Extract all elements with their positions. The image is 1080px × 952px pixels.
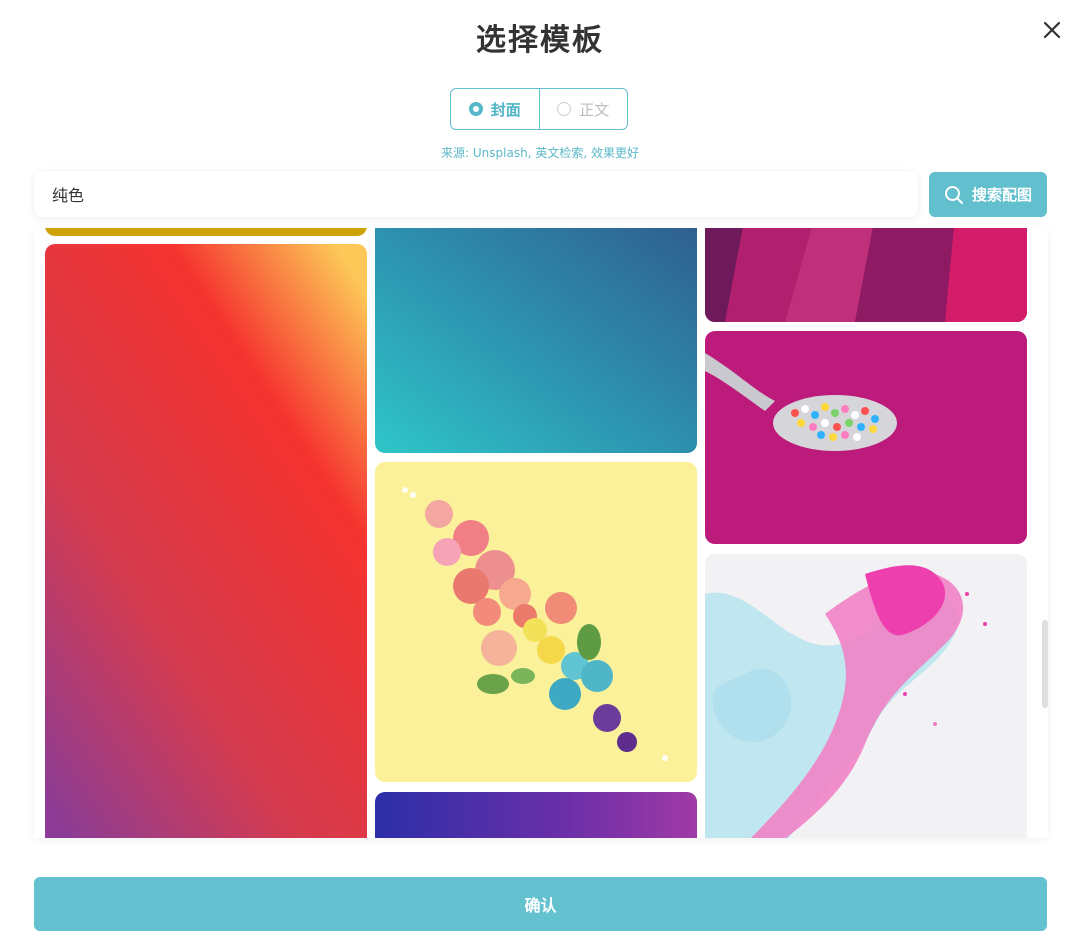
close-button[interactable] [1038, 16, 1066, 44]
confirm-button[interactable]: 确认 [34, 877, 1047, 931]
search-images-button[interactable]: 搜索配图 [929, 172, 1047, 217]
search-icon [944, 185, 963, 204]
gallery-image-flowers[interactable] [375, 462, 697, 782]
gallery-image-sprinkles-spoon[interactable] [705, 331, 1027, 544]
gallery-scrollbar[interactable] [1038, 228, 1048, 838]
source-hint: 来源: Unsplash, 英文检索, 效果更好 [441, 146, 639, 160]
template-picker-modal: 选择模板 封面 正文 来源: Unsplash, 英文检索, 效果更好 搜索配图 [0, 0, 1080, 952]
radio-unselected-icon [557, 102, 572, 116]
gallery-image-abstract-panels[interactable] [705, 228, 1027, 322]
mode-option-label: 正文 [579, 100, 610, 119]
mode-option-cover[interactable]: 封面 [451, 89, 539, 129]
search-input[interactable] [34, 171, 918, 217]
search-button-label: 搜索配图 [971, 186, 1032, 204]
gallery-scrollbar-thumb[interactable] [1042, 620, 1048, 708]
radio-selected-icon [468, 102, 483, 116]
gallery-image-teal-gradient[interactable] [375, 228, 697, 453]
mode-option-label: 封面 [490, 100, 521, 119]
gallery-image-mustard[interactable] [45, 228, 367, 236]
gallery-image-fluid-marble[interactable] [705, 554, 1027, 838]
gallery-image-warm-gradient[interactable] [45, 244, 367, 838]
mode-toggle: 封面 正文 [450, 88, 628, 130]
modal-title: 选择模板 [476, 23, 604, 58]
mode-option-body[interactable]: 正文 [538, 89, 628, 129]
gallery-image-indigo-gradient[interactable] [375, 792, 697, 838]
search-box [34, 171, 918, 217]
close-icon [1043, 21, 1061, 39]
image-gallery [34, 228, 1048, 838]
